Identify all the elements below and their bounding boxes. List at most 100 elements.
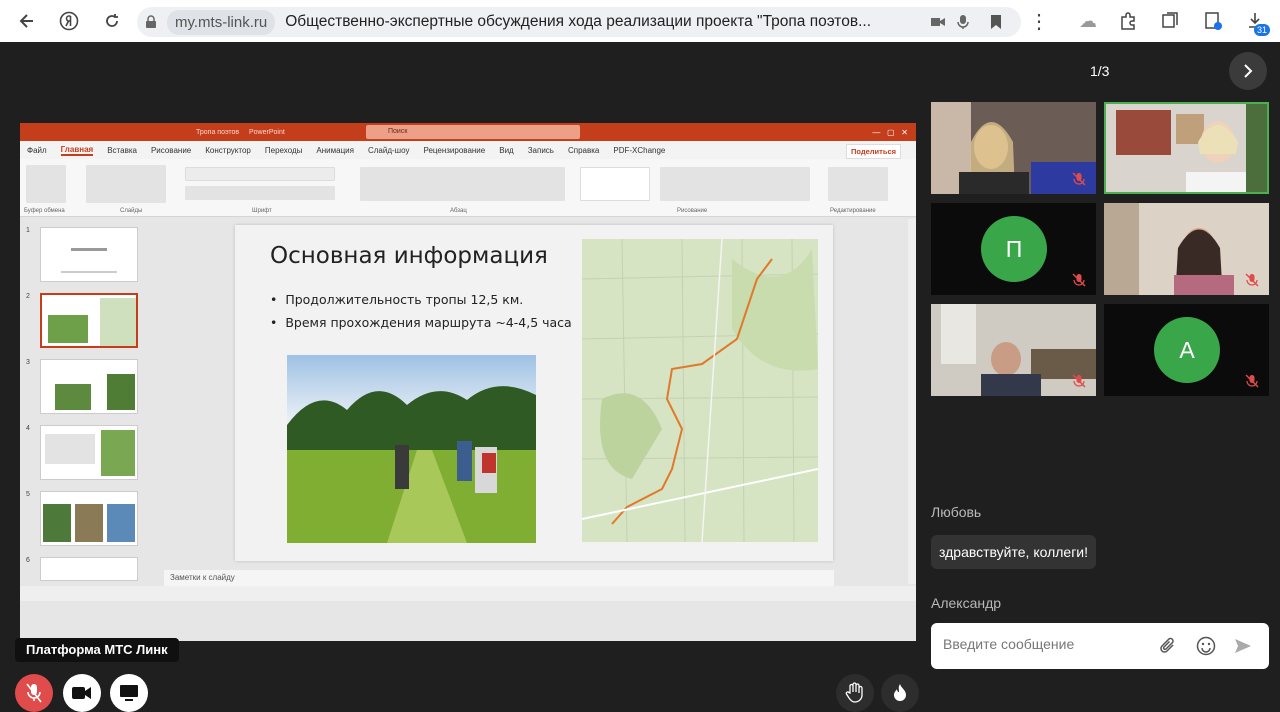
conference-panel: 1/3 П А Любовь здравствуйте, коллеги! Ал…: [925, 42, 1280, 685]
downloads-icon[interactable]: 31: [1240, 6, 1271, 36]
ppt-search-label: Поиск: [388, 128, 408, 135]
slide-thumbnail[interactable]: [40, 293, 138, 348]
slide-title: Основная информация: [270, 243, 548, 269]
slide-thumbnail[interactable]: [40, 359, 138, 414]
ppt-menu-item[interactable]: Справка: [568, 146, 599, 155]
attachment-icon[interactable]: [1159, 636, 1177, 656]
ribbon-group-label: Абзац: [450, 208, 467, 214]
bookmark-icon[interactable]: [990, 14, 1002, 30]
browser-toolbar: my.mts-link.ru Общественно-экспертные об…: [0, 0, 1280, 42]
lock-icon: [146, 15, 156, 28]
slide-thumbnail[interactable]: [40, 491, 138, 546]
microphone-icon[interactable]: [957, 14, 969, 30]
slide-thumbnail[interactable]: [40, 425, 138, 480]
notes-placeholder: Заметки к слайду: [170, 573, 235, 582]
emoji-icon[interactable]: [1196, 636, 1216, 656]
participant-avatar: А: [1154, 317, 1220, 383]
ppt-share-button[interactable]: Поделиться: [845, 144, 901, 159]
ribbon-group-label: Редактирование: [830, 208, 876, 214]
ppt-search-box[interactable]: Поиск: [366, 125, 580, 139]
thumb-number: 6: [26, 557, 30, 564]
ppt-menu-item[interactable]: Анимация: [316, 146, 354, 155]
thumb-number: 3: [26, 359, 30, 366]
downloads-badge: 31: [1254, 24, 1271, 36]
chat-author: Любовь: [931, 504, 982, 520]
participants-pager: 1/3: [1090, 63, 1110, 79]
fire-icon: [894, 684, 906, 701]
ribbon-group-label: Слайды: [120, 208, 143, 214]
participant-video-tile[interactable]: [931, 102, 1096, 194]
participant-video-tile[interactable]: [1104, 203, 1269, 295]
address-bar[interactable]: my.mts-link.ru Общественно-экспертные об…: [137, 7, 1021, 37]
reactions-button[interactable]: [881, 674, 919, 712]
camera-button[interactable]: [63, 674, 101, 712]
thumb-number: 5: [26, 491, 30, 498]
ppt-window-controls[interactable]: — ▢ ✕: [872, 128, 908, 137]
ppt-menu-item[interactable]: Рисование: [151, 146, 191, 155]
slide-bullet-text: Продолжительность тропы 12,5 км.: [285, 292, 524, 307]
yandex-icon[interactable]: [54, 6, 84, 36]
ribbon-group-label: Буфер обмена: [24, 208, 65, 214]
current-slide[interactable]: Основная информация • Продолжительность …: [235, 225, 833, 561]
ribbon-group-label: Рисование: [677, 208, 708, 214]
ppt-menu-item[interactable]: Вид: [499, 146, 513, 155]
ppt-menu-item[interactable]: Слайд-шоу: [368, 146, 409, 155]
ppt-menu-item[interactable]: Переходы: [265, 146, 303, 155]
ppt-menu-item[interactable]: Запись: [528, 146, 554, 155]
ppt-menu-item[interactable]: Конструктор: [205, 146, 251, 155]
chat-message-box[interactable]: [931, 623, 1269, 669]
ppt-menu-item[interactable]: Рецензирование: [423, 146, 485, 155]
ppt-menu-item[interactable]: Главная: [60, 145, 94, 156]
slide-notes-field[interactable]: Заметки к слайду: [164, 570, 834, 586]
participant-video-tile-active[interactable]: [1104, 102, 1269, 194]
ppt-menu-item[interactable]: PDF-XChange: [613, 146, 665, 155]
back-icon[interactable]: [12, 6, 42, 36]
url-host[interactable]: my.mts-link.ru: [167, 9, 276, 35]
slide-bullet: • Время прохождения маршрута ~4-4,5 часа: [270, 315, 572, 330]
microphone-off-icon: [1245, 273, 1259, 287]
ppt-ribbon: Буфер обмена Слайды Шрифт Абзац Рисовани…: [20, 159, 916, 217]
ppt-menu-item[interactable]: Вставка: [107, 146, 137, 155]
extensions-icon[interactable]: [1113, 6, 1143, 36]
ppt-app-name: PowerPoint: [249, 128, 285, 136]
ribbon-group-label: Шрифт: [252, 208, 272, 214]
ppt-menu-item[interactable]: Файл: [27, 146, 47, 155]
page-title: Общественно-экспертные обсуждения хода р…: [285, 13, 872, 30]
ppt-titlebar: Тропа поэтов PowerPoint Поиск — ▢ ✕: [20, 123, 916, 141]
mute-mic-button[interactable]: [15, 674, 53, 712]
camera-icon[interactable]: [930, 15, 946, 29]
menu-dots-icon[interactable]: ⋮: [1024, 6, 1054, 36]
participant-video-tile[interactable]: [931, 304, 1096, 396]
screen-share-button[interactable]: [110, 674, 148, 712]
raise-hand-button[interactable]: [836, 674, 874, 712]
platform-label: Платформа МТС Линк: [15, 638, 179, 662]
slide-thumbnail[interactable]: [40, 227, 138, 282]
collections-icon[interactable]: [1155, 6, 1185, 36]
next-page-button[interactable]: [1229, 52, 1267, 90]
slide-scrollbar[interactable]: [908, 219, 916, 584]
chat-message-input[interactable]: [943, 636, 1143, 652]
microphone-off-icon: [1245, 374, 1259, 388]
chat-message: здравствуйте, коллеги!: [931, 535, 1097, 569]
slide-bullet-text: Время прохождения маршрута ~4-4,5 часа: [285, 315, 572, 330]
microphone-off-icon: [26, 683, 42, 703]
thumb-number: 2: [26, 293, 30, 300]
ppt-status-bar: [20, 586, 916, 601]
send-icon[interactable]: [1234, 637, 1252, 655]
microphone-off-icon: [1072, 374, 1086, 388]
chat-author: Александр: [931, 595, 1002, 611]
thumb-number: 1: [26, 227, 30, 234]
reload-icon[interactable]: [97, 6, 127, 36]
slide-thumbnail[interactable]: [40, 557, 138, 581]
slide-bullet: • Продолжительность тропы 12,5 км.: [270, 292, 524, 307]
trail-map: [582, 239, 818, 542]
shared-powerpoint-window[interactable]: Тропа поэтов PowerPoint Поиск — ▢ ✕ Файл…: [20, 123, 916, 641]
shield-check-icon[interactable]: [1198, 6, 1228, 36]
ppt-menu-bar: Файл Главная Вставка Рисование Конструкт…: [20, 141, 916, 159]
participant-avatar-tile[interactable]: П: [931, 203, 1096, 295]
hikers-photo: [287, 355, 536, 543]
monitor-icon: [120, 685, 138, 701]
weather-icon[interactable]: ☁: [1073, 6, 1103, 36]
chevron-right-icon: [1244, 64, 1253, 78]
participant-avatar-tile[interactable]: А: [1104, 304, 1269, 396]
